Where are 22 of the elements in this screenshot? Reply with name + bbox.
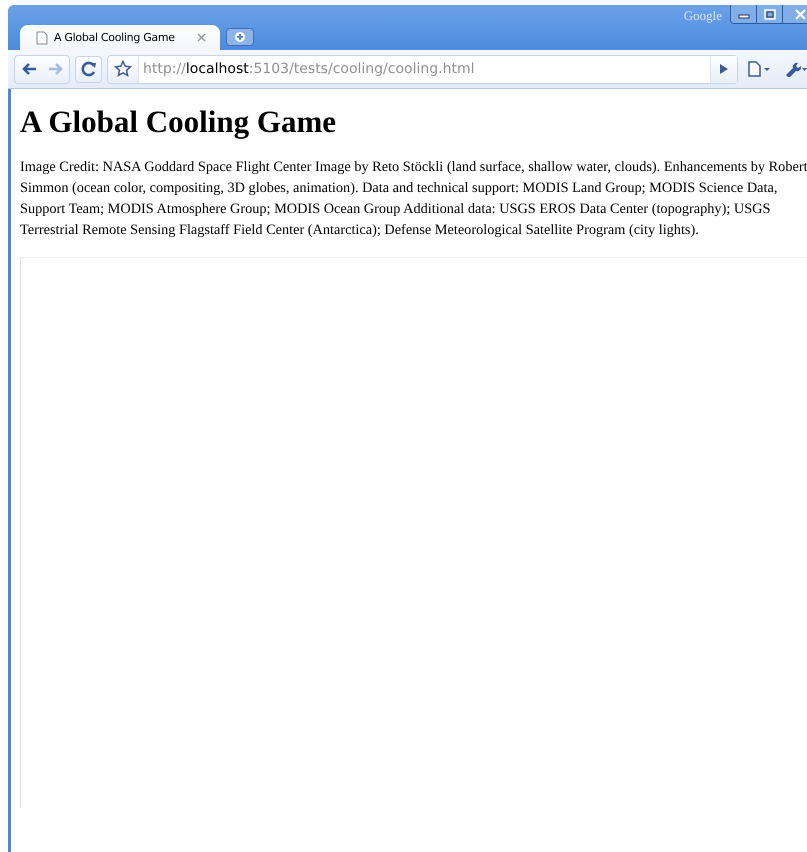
address-bar[interactable]: http://localhost:5103/tests/cooling/cooling.html [107,54,738,84]
maximize-button[interactable] [757,5,783,23]
new-tab-button[interactable] [226,28,254,46]
star-icon[interactable] [114,60,132,78]
back-arrow-icon [20,62,36,76]
page-menu-icon[interactable] [747,61,771,77]
tab-close-icon[interactable] [197,33,206,42]
maximize-icon [764,8,776,20]
reload-icon [80,61,96,77]
page-heading: A Global Cooling Game [20,103,338,140]
go-icon[interactable] [719,63,729,75]
wrench-icon[interactable] [784,61,807,77]
close-icon [794,8,806,20]
browser-tab[interactable]: A Global Cooling Game [20,25,220,50]
tab-title: A Global Cooling Game [54,31,176,44]
plus-icon [234,31,246,43]
page-icon [36,30,48,44]
reload-button[interactable] [75,56,102,82]
minimize-button[interactable] [731,5,757,23]
brand-label: Google [684,7,722,24]
forward-arrow-icon [48,62,64,76]
url-text: http://localhost:5103/tests/cooling/cooling.html [142,61,476,77]
